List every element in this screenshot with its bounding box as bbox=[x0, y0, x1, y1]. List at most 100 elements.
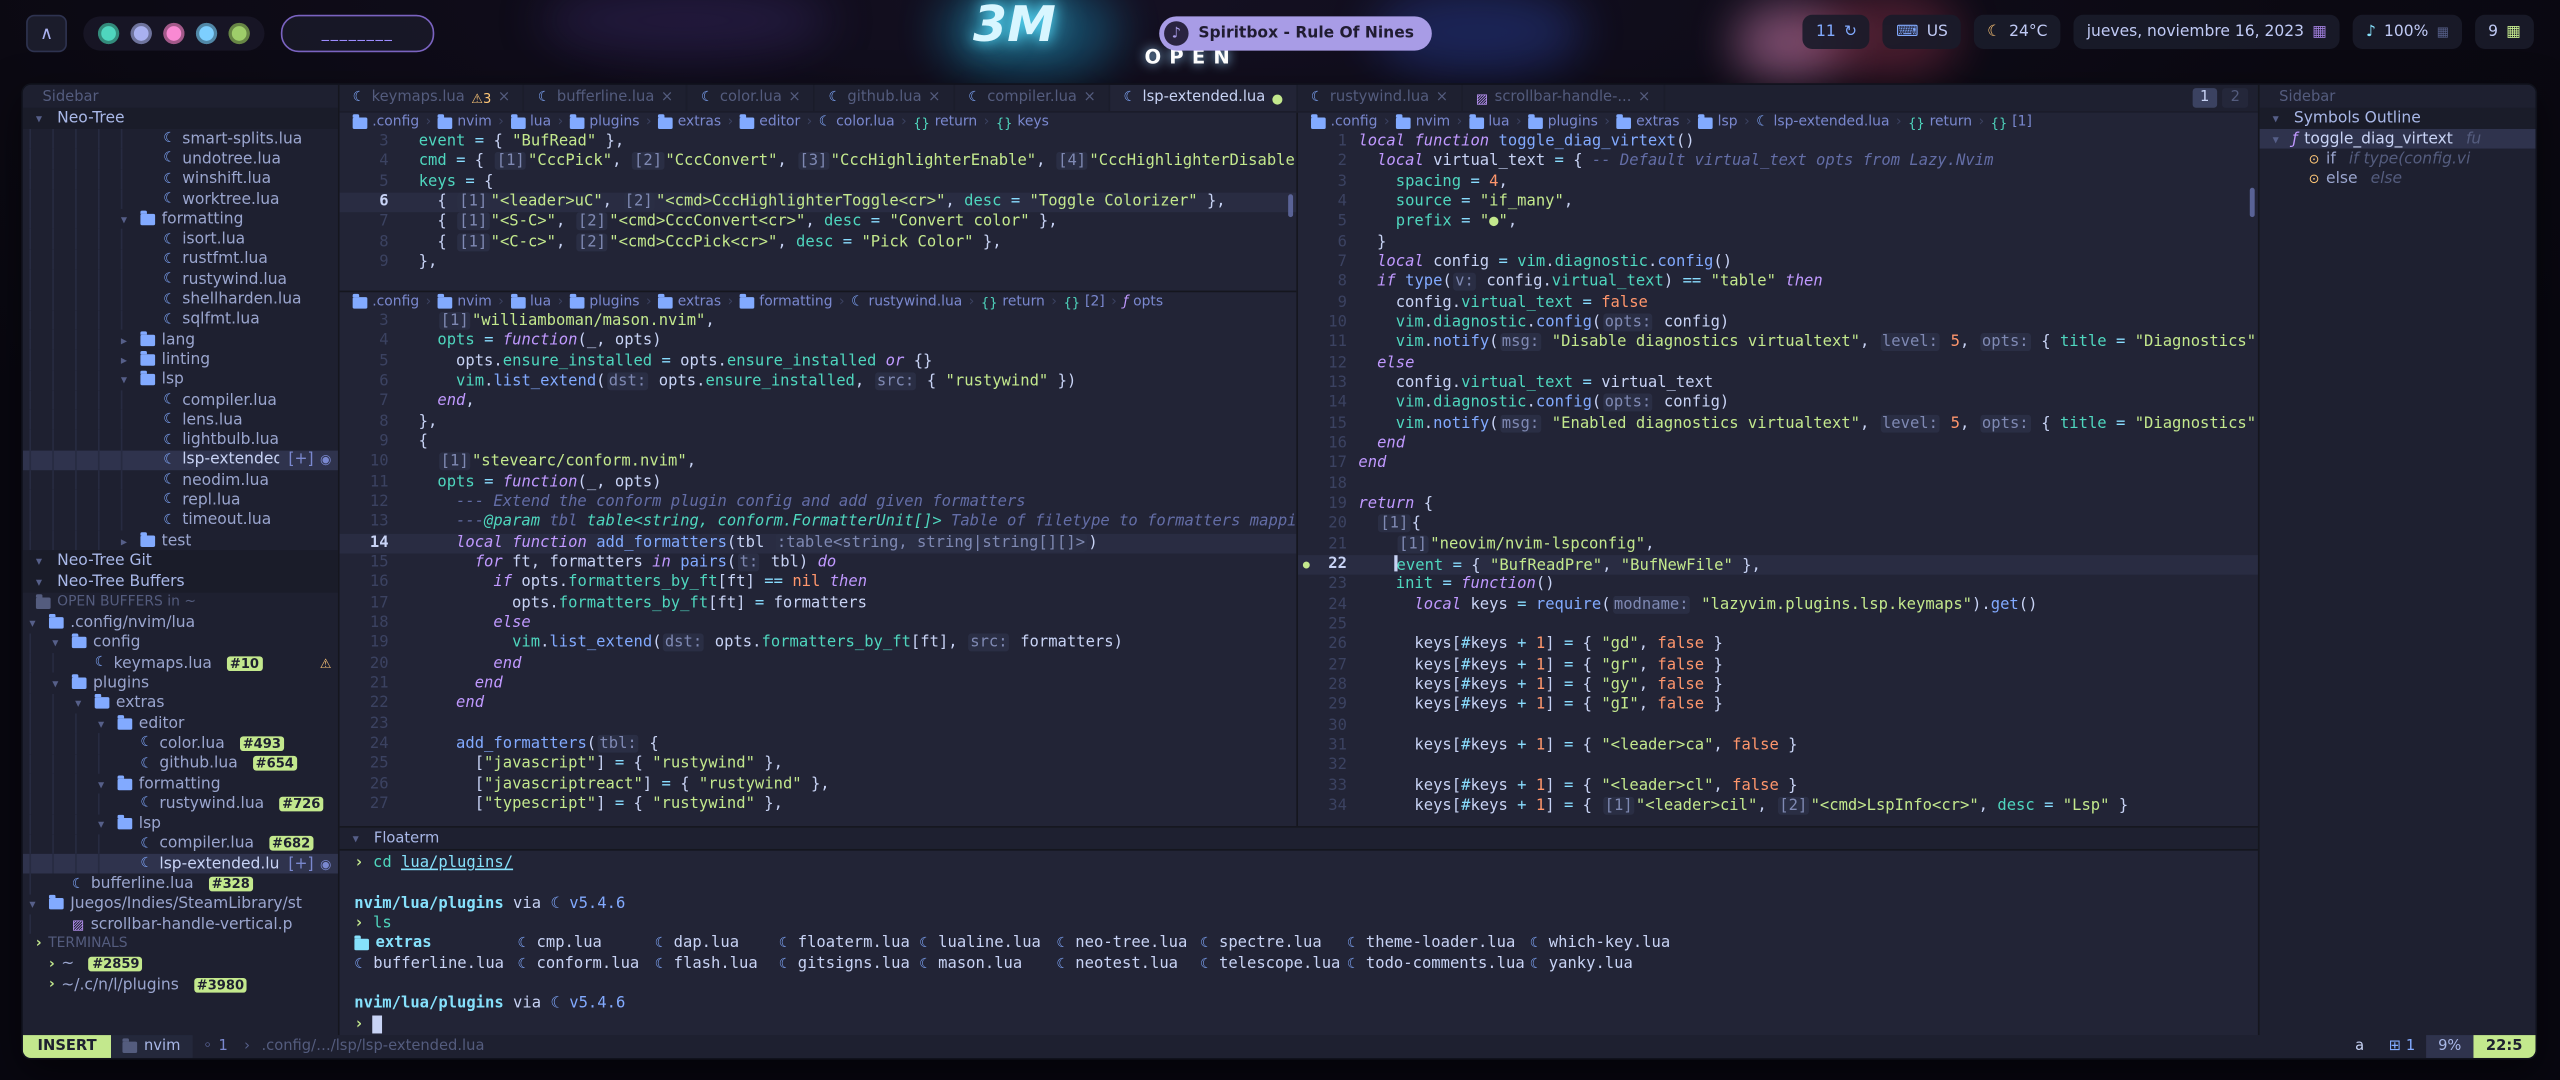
tab-scrollbar-handle-...[interactable]: ▨scrollbar-handle-...× bbox=[1463, 85, 1665, 111]
breadcrumb-item[interactable]: ☾lsp-extended.lua bbox=[1756, 114, 1889, 130]
weather-widget[interactable]: ☾ 24°C bbox=[1974, 15, 2061, 49]
symbol-else[interactable]: ⊙elseelse bbox=[2260, 169, 2536, 189]
tree-item-lightbulb.lua[interactable]: ☾lightbulb.lua bbox=[23, 430, 338, 450]
close-icon[interactable]: × bbox=[788, 90, 800, 106]
breadcrumb-item[interactable]: plugins bbox=[570, 114, 640, 130]
tree-item-smart-splits.lua[interactable]: ☾smart-splits.lua bbox=[23, 129, 338, 149]
breadcrumb-item[interactable]: formatting bbox=[740, 294, 833, 310]
breadcrumb-item[interactable]: editor bbox=[740, 114, 800, 130]
tree-item-github.lua[interactable]: ☾github.lua#654 bbox=[23, 754, 338, 774]
tree-item-extras[interactable]: ▾extras bbox=[23, 693, 338, 713]
breadcrumb-item[interactable]: {}[1] bbox=[1991, 114, 2032, 130]
tree-item-test[interactable]: ▸test bbox=[23, 531, 338, 551]
listing-item-floaterm.lua[interactable]: ☾floaterm.lua bbox=[779, 934, 919, 954]
editor-pane-rustywind-lua[interactable]: .config›nvim›lua›plugins›extras›formatti… bbox=[340, 292, 1297, 826]
breadcrumb-item[interactable]: lua bbox=[510, 114, 551, 130]
tab-github.lua[interactable]: ☾github.lua× bbox=[815, 85, 955, 111]
buffers-root[interactable]: OPEN BUFFERS in ~ bbox=[23, 593, 338, 613]
breadcrumb-item[interactable]: {}return bbox=[913, 114, 977, 130]
symbol-toggle_diag_virtext[interactable]: ▾ƒtoggle_diag_virtextfu bbox=[2260, 129, 2536, 149]
listing-item-bufferline.lua[interactable]: ☾bufferline.lua bbox=[354, 955, 517, 975]
tree-item-repl.lua[interactable]: ☾repl.lua bbox=[23, 490, 338, 510]
section-neo-tree-buffers[interactable]: ▾ Neo-Tree Buffers bbox=[23, 572, 338, 593]
close-icon[interactable]: × bbox=[498, 90, 510, 106]
quick-launch-app-pink-icon[interactable] bbox=[163, 23, 184, 44]
breadcrumb-item[interactable]: extras bbox=[658, 114, 721, 130]
tree-item-neodim.lua[interactable]: ☾neodim.lua bbox=[23, 470, 338, 490]
tree-item-color.lua[interactable]: ☾color.lua#493 bbox=[23, 734, 338, 754]
breadcrumb-item[interactable]: ƒopts bbox=[1123, 294, 1163, 310]
updates-widget[interactable]: 11 ↻ bbox=[1803, 15, 1870, 49]
project-segment[interactable]: nvim bbox=[111, 1035, 192, 1058]
tree-item-timeout.lua[interactable]: ☾timeout.lua bbox=[23, 510, 338, 530]
tree-item-isort.lua[interactable]: ☾isort.lua bbox=[23, 229, 338, 249]
breadcrumb-item[interactable]: {}[2] bbox=[1063, 294, 1104, 310]
launcher-button[interactable]: ∧ bbox=[26, 15, 67, 53]
scrollbar-handle[interactable] bbox=[1288, 194, 1293, 217]
tree-item-juegos-indies-steamlibrary-st[interactable]: ▾Juegos/Indies/SteamLibrary/st bbox=[23, 894, 338, 914]
tab-bufferline.lua[interactable]: ☾bufferline.lua× bbox=[525, 85, 688, 111]
tabpage-1[interactable]: 1 bbox=[2192, 88, 2218, 108]
breadcrumb-item[interactable]: plugins bbox=[570, 294, 640, 310]
window-title-pill[interactable]: ________ bbox=[281, 15, 434, 53]
close-icon[interactable]: × bbox=[1083, 90, 1095, 106]
tree-item-undotree.lua[interactable]: ☾undotree.lua bbox=[23, 149, 338, 169]
tree-item-plugins[interactable]: ▾plugins bbox=[23, 673, 338, 693]
tree-item-shellharden.lua[interactable]: ☾shellharden.lua bbox=[23, 290, 338, 310]
listing-item-flash.lua[interactable]: ☾flash.lua bbox=[655, 955, 779, 975]
tree-item-lsp[interactable]: ▾lsp bbox=[23, 370, 338, 390]
listing-item-todo-comments.lua[interactable]: ☾todo-comments.lua bbox=[1347, 955, 1530, 975]
tree-item-compiler.lua[interactable]: ☾compiler.lua bbox=[23, 390, 338, 410]
tree-item-~-.c-n-l-plugins[interactable]: ›~/.c/n/l/plugins#3980 bbox=[23, 974, 338, 994]
listing-item-conform.lua[interactable]: ☾conform.lua bbox=[518, 955, 655, 975]
tab-keymaps.lua[interactable]: ☾keymaps.lua⚠3× bbox=[340, 85, 525, 111]
floaterm-header[interactable]: ▾ Floaterm bbox=[340, 828, 2258, 851]
breadcrumb-item[interactable]: lua bbox=[1469, 114, 1510, 130]
tree-item-lens.lua[interactable]: ☾lens.lua bbox=[23, 410, 338, 430]
now-playing-widget[interactable]: ♪ Spiritbox - Rule Of Nines bbox=[1159, 16, 1432, 50]
tree-item-config[interactable]: ▾config bbox=[23, 633, 338, 653]
symbol-if[interactable]: ⊙ifif type(config.vi bbox=[2260, 149, 2536, 169]
tree-item-rustywind.lua[interactable]: ☾rustywind.lua bbox=[23, 270, 338, 290]
breadcrumb-item[interactable]: extras bbox=[658, 294, 721, 310]
tree-item-compiler.lua[interactable]: ☾compiler.lua#682 bbox=[23, 834, 338, 854]
tree-item-winshift.lua[interactable]: ☾winshift.lua bbox=[23, 169, 338, 189]
tab-rustywind.lua[interactable]: ☾rustywind.lua× bbox=[1298, 85, 1463, 111]
listing-item-neotest.lua[interactable]: ☾neotest.lua bbox=[1056, 955, 1200, 975]
quick-launch-app-teal-icon[interactable] bbox=[98, 23, 119, 44]
tree-item-rustfmt.lua[interactable]: ☾rustfmt.lua bbox=[23, 249, 338, 269]
breadcrumb-item[interactable]: nvim bbox=[438, 294, 492, 310]
date-widget[interactable]: jueves, noviembre 16, 2023 ▦ bbox=[2074, 15, 2340, 49]
listing-item-spectre.lua[interactable]: ☾spectre.lua bbox=[1200, 934, 1347, 954]
tree-item-editor[interactable]: ▾editor bbox=[23, 713, 338, 733]
tree-item-worktree.lua[interactable]: ☾worktree.lua bbox=[23, 189, 338, 209]
quick-launch-app-blue-icon[interactable] bbox=[196, 23, 217, 44]
breadcrumb-item[interactable]: .config bbox=[353, 114, 419, 130]
breadcrumb-item[interactable]: .config bbox=[353, 294, 419, 310]
breadcrumb-item[interactable]: ☾color.lua bbox=[819, 114, 895, 130]
tab-compiler.lua[interactable]: ☾compiler.lua× bbox=[955, 85, 1110, 111]
tree-item-bufferline.lua[interactable]: ☾bufferline.lua#328 bbox=[23, 874, 338, 894]
listing-item-dap.lua[interactable]: ☾dap.lua bbox=[655, 934, 779, 954]
listing-item-gitsigns.lua[interactable]: ☾gitsigns.lua bbox=[779, 955, 919, 975]
breadcrumb-item[interactable]: ☾rustywind.lua bbox=[851, 294, 962, 310]
section-symbols-outline[interactable]: ▾ Symbols Outline bbox=[2260, 108, 2536, 129]
breadcrumb-item[interactable]: plugins bbox=[1528, 114, 1598, 130]
listing-item-telescope.lua[interactable]: ☾telescope.lua bbox=[1200, 955, 1347, 975]
breadcrumb-item[interactable]: lsp bbox=[1698, 114, 1737, 130]
tree-item-.config-nvim-lua[interactable]: ▾.config/nvim/lua bbox=[23, 613, 338, 633]
tree-item-scrollbar-handle-vertical.p[interactable]: ▨scrollbar-handle-vertical.p bbox=[23, 914, 338, 934]
tree-item-lsp-extended.lu[interactable]: ☾lsp-extended.lu[+]◉ bbox=[23, 450, 338, 470]
tab-color.lua[interactable]: ☾color.lua× bbox=[688, 85, 815, 111]
scrollbar-handle[interactable] bbox=[2250, 188, 2255, 217]
editor-pane-lsp-extended-lua[interactable]: .config›nvim›lua›plugins›extras›lsp›☾lsp… bbox=[1298, 113, 2258, 826]
section-neo-tree-git[interactable]: ▾ Neo-Tree Git bbox=[23, 551, 338, 572]
terminal-buffer[interactable]: › cd lua/plugins/nvim/lua/plugins via ☾ … bbox=[340, 851, 2258, 1039]
tree-item-keymaps.lua[interactable]: ☾keymaps.lua#10⚠ bbox=[23, 653, 338, 673]
keyboard-layout-widget[interactable]: ⌨ US bbox=[1883, 15, 1961, 49]
tree-item-lang[interactable]: ▸lang bbox=[23, 330, 338, 350]
tree-item-sqlfmt.lua[interactable]: ☾sqlfmt.lua bbox=[23, 310, 338, 330]
volume-widget[interactable]: ♪ 100% ▦ bbox=[2353, 15, 2462, 49]
quick-launch-app-green-icon[interactable] bbox=[229, 23, 250, 44]
breadcrumb-item[interactable]: {}keys bbox=[996, 114, 1049, 130]
